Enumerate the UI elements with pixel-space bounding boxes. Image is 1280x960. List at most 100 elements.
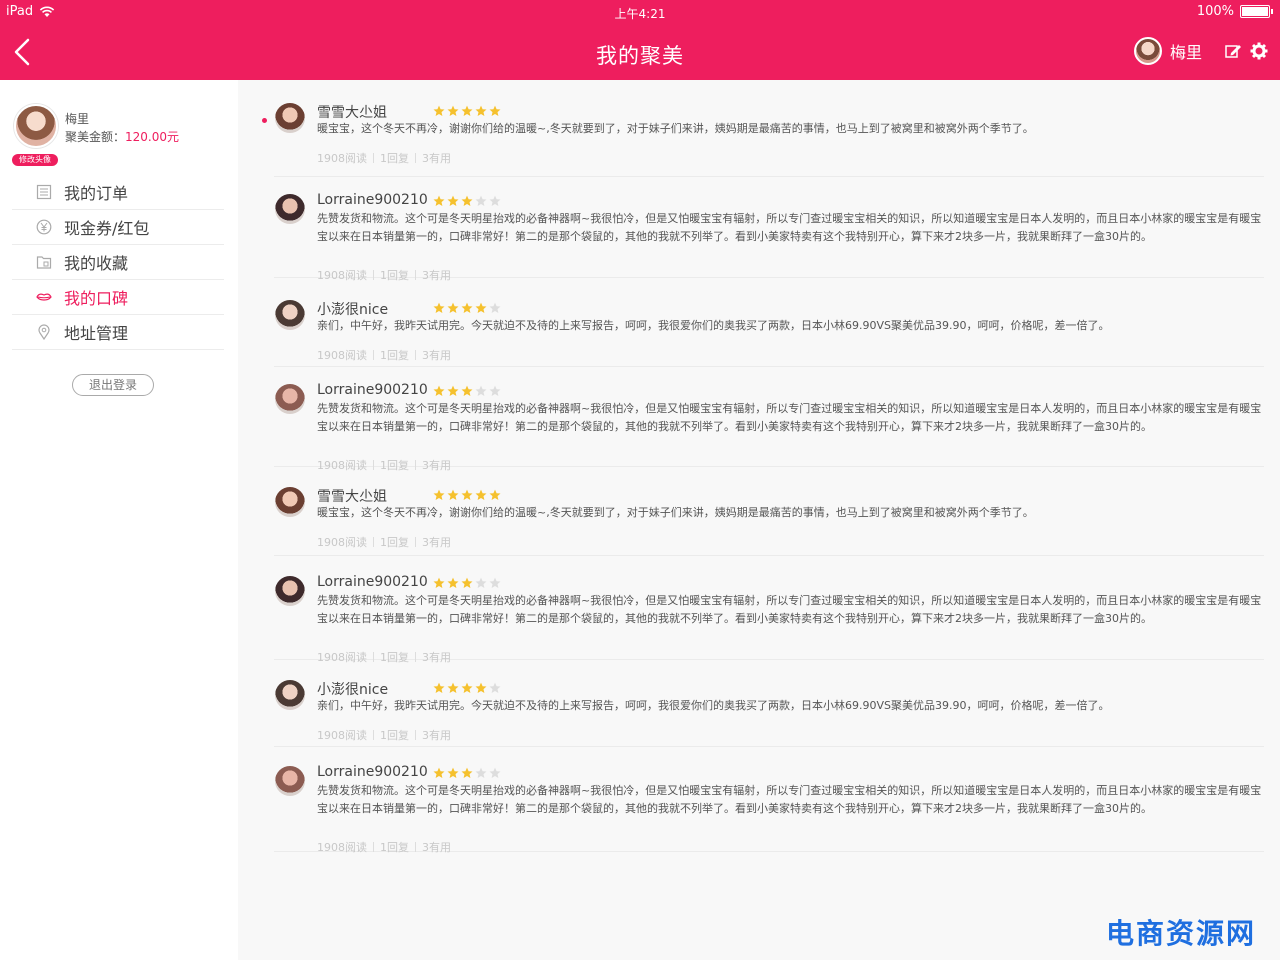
reviewer-name[interactable]: 雪雪大尐姐 (317, 486, 387, 506)
star-filled-icon (461, 385, 473, 396)
star-empty-icon (475, 195, 487, 206)
star-filled-icon (447, 385, 459, 396)
reviewer-name[interactable]: 小澎很nice (317, 299, 388, 319)
reply-count[interactable]: 1回复 (380, 347, 409, 363)
reply-count[interactable]: 1回复 (380, 649, 409, 665)
read-count: 1908阅读 (317, 729, 367, 742)
review-item[interactable]: 小澎很nice 亲们，中午好，我昨天试用完。今天就迫不及待的上来写报告，呵呵，我… (274, 297, 1264, 367)
reply-count[interactable]: 1回复 (380, 150, 409, 166)
star-filled-icon (447, 767, 459, 778)
review-item[interactable]: 雪雪大尐姐 暖宝宝，这个冬天不再冷，谢谢你们给的温暖~,冬天就要到了，对于妹子们… (262, 100, 1264, 177)
review-stats: 1908阅读 1回复 3有用 (317, 457, 451, 473)
star-filled-icon (475, 489, 487, 500)
nav-username[interactable]: 梅里 (1170, 39, 1202, 63)
useful-count[interactable]: 3有用 (422, 150, 451, 166)
star-filled-icon (433, 302, 445, 313)
useful-count[interactable]: 3有用 (422, 457, 451, 473)
reviewer-avatar[interactable] (275, 680, 305, 710)
reviewer-avatar[interactable] (275, 194, 305, 224)
star-filled-icon (433, 489, 445, 500)
useful-count[interactable]: 3有用 (422, 649, 451, 665)
reviewer-avatar[interactable] (275, 487, 305, 517)
logout-button[interactable]: 退出登录 (72, 374, 154, 396)
review-item[interactable]: Lorraine900210 先赞发货和物流。这个可是冬天明星抬戏的必备神器啊~… (274, 190, 1264, 282)
reply-count[interactable]: 1回复 (380, 727, 409, 743)
review-item[interactable]: 小澎很nice 亲们，中午好，我昨天试用完。今天就迫不及待的上来写报告，呵呵，我… (274, 677, 1264, 747)
read-count: 1908阅读 (317, 651, 367, 664)
read-count: 1908阅读 (317, 349, 367, 362)
review-stats: 1908阅读 1回复 3有用 (317, 347, 451, 363)
star-empty-icon (489, 302, 501, 313)
reviewer-name[interactable]: 雪雪大尐姐 (317, 102, 387, 122)
star-filled-icon (475, 105, 487, 116)
reviewer-name[interactable]: Lorraine900210 (317, 574, 428, 590)
useful-count[interactable]: 3有用 (422, 534, 451, 550)
star-empty-icon (475, 767, 487, 778)
star-empty-icon (489, 577, 501, 588)
edit-icon[interactable] (1224, 42, 1242, 60)
review-item[interactable]: Lorraine900210 先赞发货和物流。这个可是冬天明星抬戏的必备神器啊~… (274, 572, 1264, 664)
gear-icon[interactable] (1250, 42, 1268, 60)
star-filled-icon (447, 577, 459, 588)
review-item[interactable]: Lorraine900210 先赞发货和物流。这个可是冬天明星抬戏的必备神器啊~… (274, 762, 1264, 855)
star-filled-icon (461, 302, 473, 313)
reviewer-name[interactable]: 小澎很nice (317, 679, 388, 699)
review-stats: 1908阅读 1回复 3有用 (317, 839, 451, 855)
battery-icon (1240, 5, 1273, 18)
review-text[interactable]: 先赞发货和物流。这个可是冬天明星抬戏的必备神器啊~我很怕冷，但是又怕暖宝宝有辐射… (317, 782, 1262, 818)
reply-count[interactable]: 1回复 (380, 267, 409, 283)
review-item[interactable]: 雪雪大尐姐 暖宝宝，这个冬天不再冷，谢谢你们给的温暖~,冬天就要到了，对于妹子们… (274, 484, 1264, 556)
useful-count[interactable]: 3有用 (422, 839, 451, 855)
reviewer-name[interactable]: Lorraine900210 (317, 764, 428, 780)
profile-avatar[interactable] (14, 104, 58, 148)
star-empty-icon (489, 767, 501, 778)
review-text[interactable]: 亲们，中午好，我昨天试用完。今天就迫不及待的上来写报告，呵呵，我很爱你们的奥我买… (317, 697, 1262, 715)
unread-dot (262, 118, 267, 123)
star-filled-icon (433, 385, 445, 396)
star-filled-icon (475, 682, 487, 693)
useful-count[interactable]: 3有用 (422, 727, 451, 743)
read-count: 1908阅读 (317, 152, 367, 165)
nav-avatar[interactable] (1133, 37, 1162, 65)
read-count: 1908阅读 (317, 536, 367, 549)
sidebar-item-reviews[interactable]: 我的口碑 (12, 280, 224, 315)
divider (373, 842, 374, 852)
reviewer-avatar[interactable] (275, 384, 305, 414)
edit-avatar-button[interactable]: 修改头像 (12, 154, 58, 166)
sidebar-item-label: 我的收藏 (64, 254, 129, 273)
sidebar-item-favorites[interactable]: 我的收藏 (12, 245, 224, 280)
useful-count[interactable]: 3有用 (422, 267, 451, 283)
star-filled-icon (433, 767, 445, 778)
review-text[interactable]: 暖宝宝，这个冬天不再冷，谢谢你们给的温暖~,冬天就要到了，对于妹子们来讲，姨妈期… (317, 120, 1262, 138)
star-rating (433, 767, 501, 779)
review-text[interactable]: 暖宝宝，这个冬天不再冷，谢谢你们给的温暖~,冬天就要到了，对于妹子们来讲，姨妈期… (317, 504, 1262, 522)
sidebar-item-address[interactable]: 地址管理 (12, 315, 224, 350)
profile-card: 修改头像 梅里 聚美金额：120.00元 (12, 104, 234, 174)
review-stats: 1908阅读 1回复 3有用 (317, 649, 451, 665)
review-text[interactable]: 先赞发货和物流。这个可是冬天明星抬戏的必备神器啊~我很怕冷，但是又怕暖宝宝有辐射… (317, 400, 1262, 436)
reply-count[interactable]: 1回复 (380, 839, 409, 855)
read-count: 1908阅读 (317, 269, 367, 282)
divider (415, 730, 416, 740)
reviewer-avatar[interactable] (275, 766, 305, 796)
useful-count[interactable]: 3有用 (422, 347, 451, 363)
sidebar-item-coupons[interactable]: 现金券/红包 (12, 210, 224, 245)
review-item[interactable]: Lorraine900210 先赞发货和物流。这个可是冬天明星抬戏的必备神器啊~… (274, 380, 1264, 472)
review-text[interactable]: 先赞发货和物流。这个可是冬天明星抬戏的必备神器啊~我很怕冷，但是又怕暖宝宝有辐射… (317, 592, 1262, 628)
reviewer-avatar[interactable] (275, 576, 305, 606)
star-rating (433, 105, 501, 117)
reviewer-avatar[interactable] (275, 300, 305, 330)
sidebar-item-orders[interactable]: 我的订单 (12, 175, 224, 210)
reply-count[interactable]: 1回复 (380, 534, 409, 550)
yen-icon (36, 219, 52, 235)
review-text[interactable]: 亲们，中午好，我昨天试用完。今天就迫不及待的上来写报告，呵呵，我很爱你们的奥我买… (317, 317, 1262, 335)
review-stats: 1908阅读 1回复 3有用 (317, 150, 451, 166)
review-text[interactable]: 先赞发货和物流。这个可是冬天明星抬戏的必备神器啊~我很怕冷，但是又怕暖宝宝有辐射… (317, 210, 1262, 246)
reviewer-name[interactable]: Lorraine900210 (317, 192, 428, 208)
review-stats: 1908阅读 1回复 3有用 (317, 727, 451, 743)
reply-count[interactable]: 1回复 (380, 457, 409, 473)
star-filled-icon (447, 302, 459, 313)
read-count: 1908阅读 (317, 459, 367, 472)
reviewer-name[interactable]: Lorraine900210 (317, 382, 428, 398)
reviewer-avatar[interactable] (275, 103, 305, 133)
